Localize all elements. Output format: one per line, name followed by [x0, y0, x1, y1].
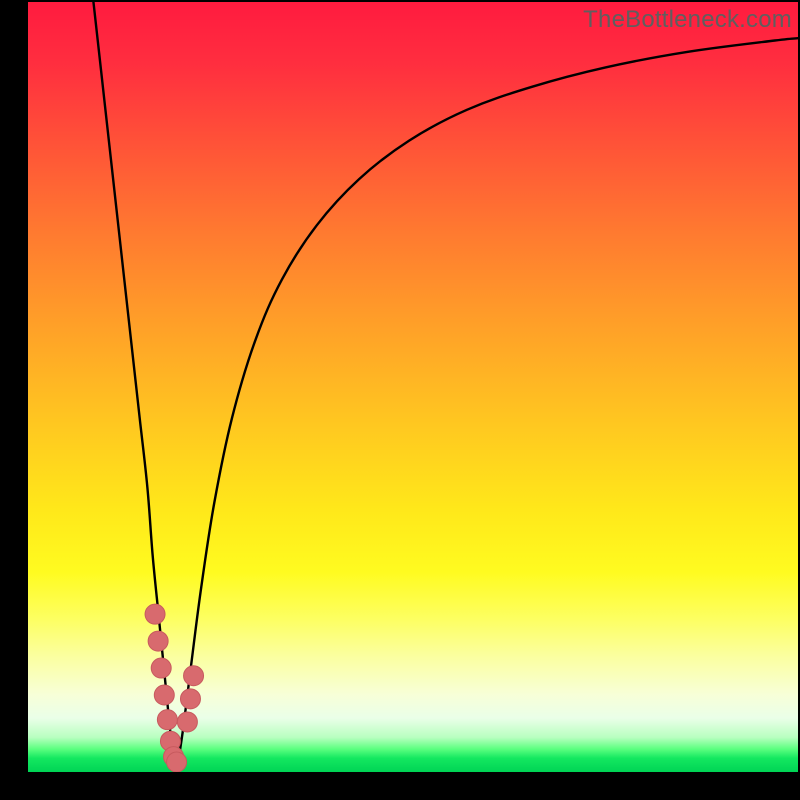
marker-point — [151, 658, 171, 678]
marker-point — [167, 752, 187, 772]
curve-layer — [28, 2, 798, 772]
marker-point — [157, 710, 177, 730]
marker-point — [145, 604, 165, 624]
right-branch-curve — [178, 38, 798, 762]
plot-area: TheBottleneck.com — [28, 2, 798, 772]
marker-point — [184, 666, 204, 686]
marker-point — [154, 685, 174, 705]
marker-point — [180, 689, 200, 709]
marker-point — [148, 631, 168, 651]
chart-frame: TheBottleneck.com — [0, 0, 800, 800]
marker-point — [177, 712, 197, 732]
